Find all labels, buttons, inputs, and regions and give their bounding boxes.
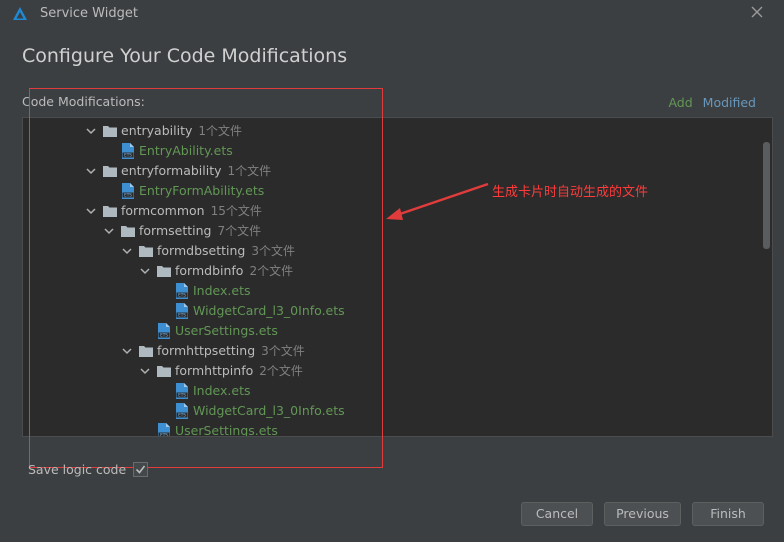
tree-file-row[interactable]: ETS UserSettings.ets: [157, 421, 278, 437]
scrollbar-thumb[interactable]: [763, 142, 770, 249]
file-count: 15个文件: [210, 204, 262, 218]
folder-name: formhttpinfo: [175, 363, 254, 378]
folder-name: formsetting: [139, 223, 212, 238]
svg-text:ETS: ETS: [124, 153, 132, 158]
file-tree-panel[interactable]: entryability 1个文件 ETS EntryAbility.ets entry…: [22, 117, 773, 437]
tree-folder-row[interactable]: formcommon 15个文件: [85, 201, 262, 221]
folder-icon: [139, 346, 153, 357]
dialog-heading: Configure Your Code Modifications: [22, 45, 348, 67]
tree-file-row[interactable]: ETS EntryAbility.ets: [121, 141, 233, 161]
file-name: EntryAbility.ets: [139, 143, 233, 158]
legend: Add Modified: [668, 95, 756, 110]
svg-text:ETS: ETS: [178, 313, 186, 318]
tree-folder-row[interactable]: entryformability 1个文件: [85, 161, 271, 181]
previous-button[interactable]: Previous: [604, 502, 681, 526]
finish-button[interactable]: Finish: [692, 502, 764, 526]
window-title: Service Widget: [40, 6, 138, 21]
app-logo-icon: [13, 7, 27, 20]
file-count: 3个文件: [261, 344, 305, 358]
ets-file-icon: ETS: [176, 403, 188, 419]
folder-name: formcommon: [121, 203, 205, 218]
tree-folder-row[interactable]: formdbinfo 2个文件: [139, 261, 293, 281]
chevron-down-icon[interactable]: [103, 225, 115, 237]
ets-file-icon: ETS: [176, 383, 188, 399]
file-count: 7个文件: [217, 224, 262, 238]
file-name: WidgetCard_l3_0Info.ets: [193, 303, 345, 318]
tree-folder-row[interactable]: formdbsetting 3个文件: [121, 241, 295, 261]
folder-icon: [157, 366, 171, 377]
close-icon[interactable]: [750, 5, 764, 19]
title-bar: Service Widget: [0, 0, 784, 28]
chevron-down-icon[interactable]: [85, 125, 97, 137]
file-name: UserSettings.ets: [175, 323, 278, 338]
svg-text:ETS: ETS: [124, 193, 132, 198]
ets-file-icon: ETS: [176, 283, 188, 299]
svg-text:ETS: ETS: [178, 393, 186, 398]
checkmark-icon: [136, 465, 146, 474]
tree-file-row[interactable]: ETS WidgetCard_l3_0Info.ets: [175, 401, 345, 421]
folder-icon: [157, 266, 171, 277]
code-modifications-label: Code Modifications:: [22, 94, 145, 109]
ets-file-icon: ETS: [158, 323, 170, 339]
tree-file-row[interactable]: ETS WidgetCard_l3_0Info.ets: [175, 301, 345, 321]
file-count: 3个文件: [251, 244, 295, 258]
chevron-down-icon[interactable]: [139, 265, 151, 277]
tree-folder-row[interactable]: formhttpsetting 3个文件: [121, 341, 305, 361]
folder-icon: [103, 126, 117, 137]
chevron-down-icon[interactable]: [121, 345, 133, 357]
file-name: UserSettings.ets: [175, 423, 278, 437]
tree-folder-row[interactable]: formhttpinfo 2个文件: [139, 361, 303, 381]
tree-file-row[interactable]: ETS UserSettings.ets: [157, 321, 278, 341]
chevron-down-icon[interactable]: [121, 245, 133, 257]
file-count: 1个文件: [198, 124, 243, 138]
file-name: WidgetCard_l3_0Info.ets: [193, 403, 345, 418]
svg-text:ETS: ETS: [160, 333, 168, 338]
chevron-down-icon[interactable]: [85, 165, 97, 177]
folder-icon: [121, 226, 135, 237]
ets-file-icon: ETS: [122, 143, 134, 159]
svg-text:ETS: ETS: [178, 293, 186, 298]
folder-name: formhttpsetting: [157, 343, 256, 358]
folder-name: entryformability: [121, 163, 222, 178]
file-name: Index.ets: [193, 383, 251, 398]
save-logic-label: Save logic code: [28, 462, 127, 477]
file-name: EntryFormAbility.ets: [139, 183, 265, 198]
annotation-text: 生成卡片时自动生成的文件: [492, 185, 649, 200]
tree-file-row[interactable]: ETS Index.ets: [175, 381, 251, 401]
file-count: 2个文件: [249, 264, 294, 278]
folder-icon: [103, 206, 117, 217]
legend-modified: Modified: [702, 95, 756, 110]
ets-file-icon: ETS: [158, 423, 170, 437]
chevron-down-icon[interactable]: [139, 365, 151, 377]
folder-icon: [139, 246, 153, 257]
folder-name: formdbinfo: [175, 263, 244, 278]
file-count: 1个文件: [227, 164, 272, 178]
file-count: 2个文件: [259, 364, 303, 378]
chevron-down-icon[interactable]: [85, 205, 97, 217]
ets-file-icon: ETS: [176, 303, 188, 319]
tree-folder-row[interactable]: entryability 1个文件: [85, 121, 242, 141]
cancel-button[interactable]: Cancel: [521, 502, 593, 526]
tree-file-row[interactable]: ETS Index.ets: [175, 281, 251, 301]
tree-file-row[interactable]: ETS EntryFormAbility.ets: [121, 181, 264, 201]
folder-name: formdbsetting: [157, 243, 246, 258]
ets-file-icon: ETS: [122, 183, 134, 199]
tree-folder-row[interactable]: formsetting 7个文件: [103, 221, 261, 241]
folder-name: entryability: [121, 123, 193, 138]
save-logic-row: Save logic code: [28, 462, 149, 477]
svg-text:ETS: ETS: [178, 413, 186, 418]
scrollbar-track[interactable]: [760, 118, 772, 436]
file-name: Index.ets: [193, 283, 251, 298]
svg-text:ETS: ETS: [160, 433, 168, 437]
legend-add: Add: [668, 95, 693, 110]
folder-icon: [103, 166, 117, 177]
save-logic-checkbox[interactable]: [133, 462, 149, 477]
